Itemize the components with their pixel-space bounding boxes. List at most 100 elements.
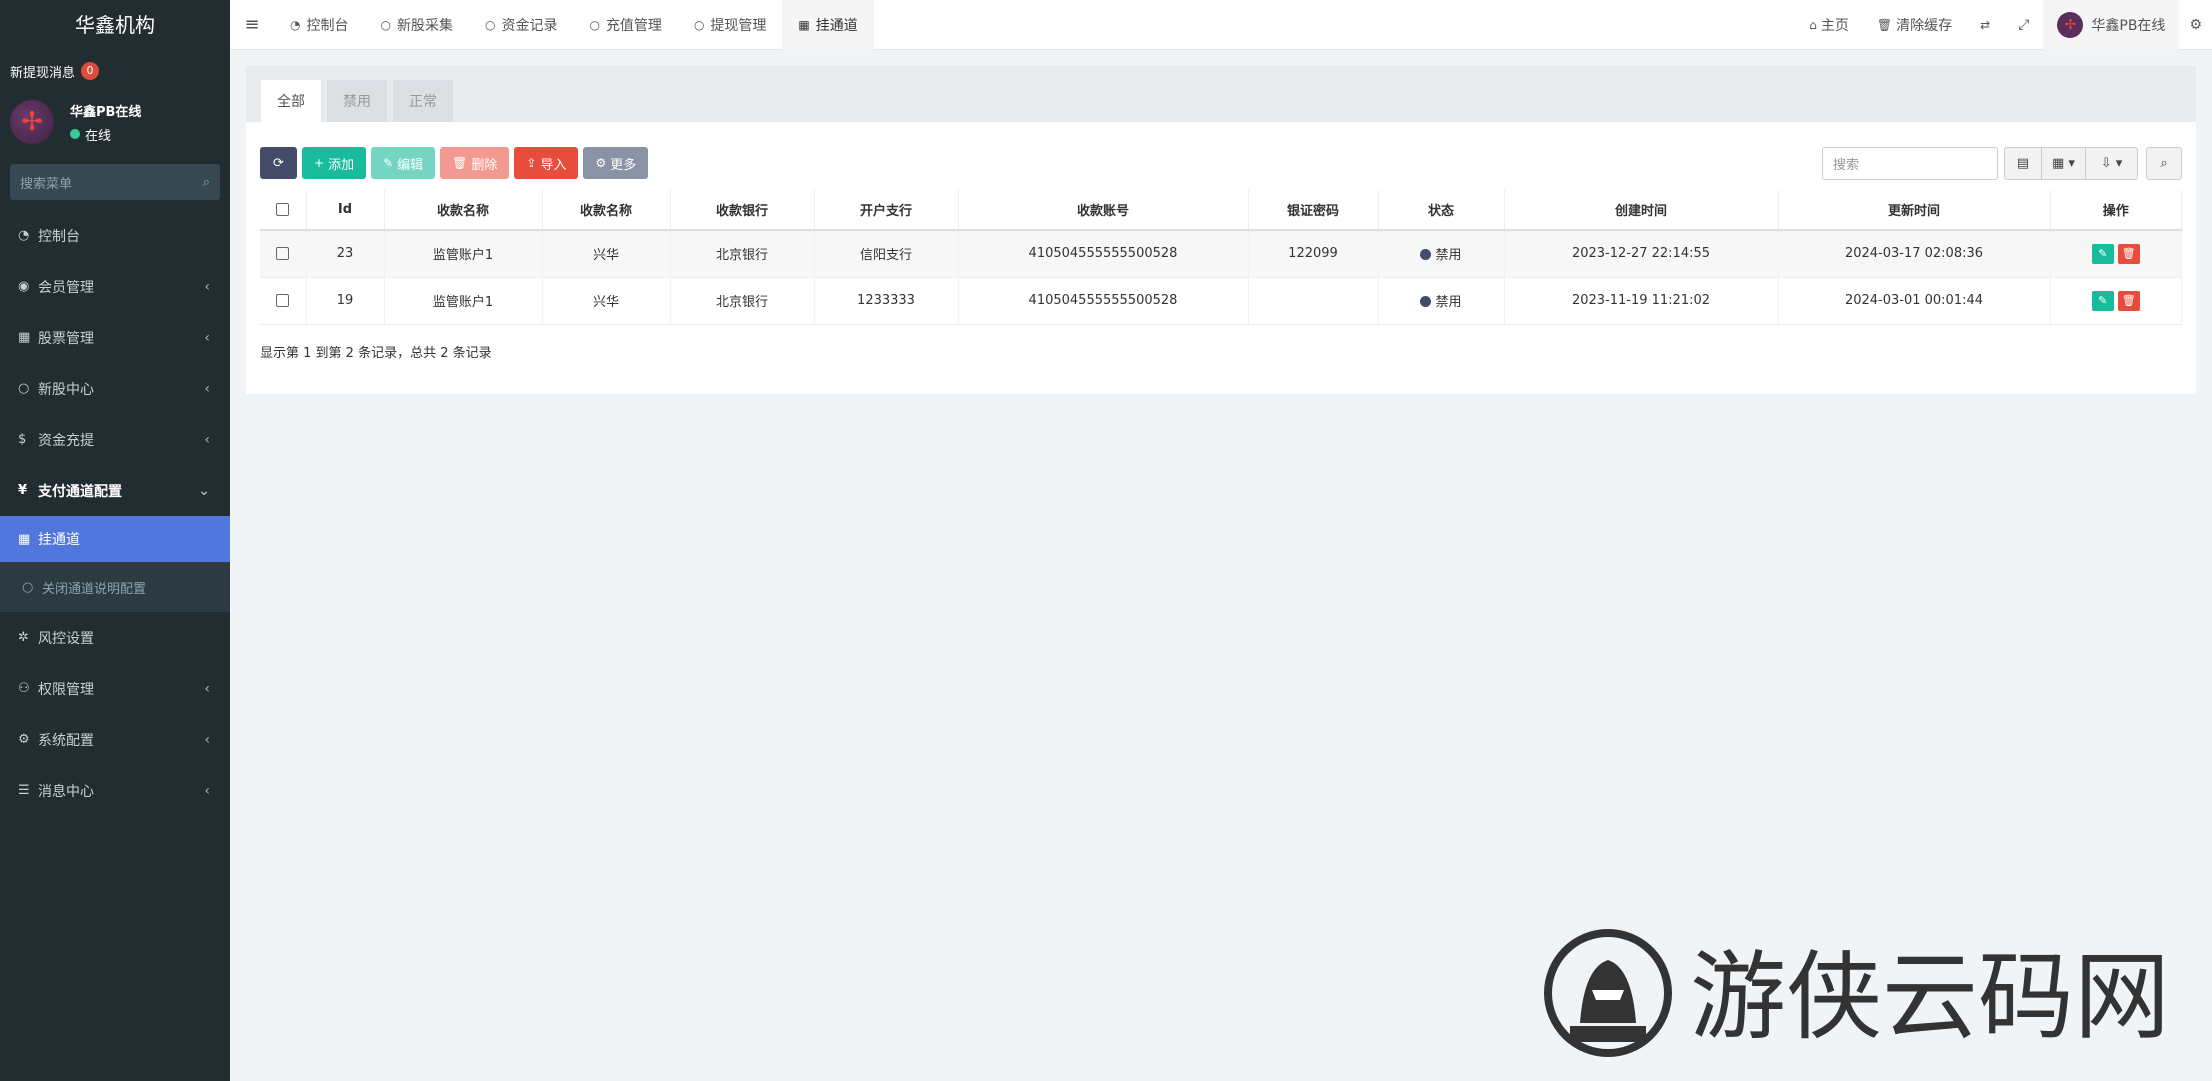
- refresh-icon: ⟳: [273, 155, 284, 171]
- more-label: 更多: [610, 157, 637, 173]
- filter-tab-all[interactable]: 全部: [261, 80, 321, 122]
- refresh-button[interactable]: ⟳: [260, 147, 297, 179]
- tab-dashboard[interactable]: ◔ 控制台: [274, 0, 364, 50]
- settings-icon[interactable]: ⚙: [2179, 0, 2212, 50]
- sidebar-item-funds[interactable]: $ 资金充提 ‹: [0, 414, 230, 465]
- status-label: 禁用: [1435, 295, 1462, 310]
- more-button[interactable]: ⚙ 更多: [583, 147, 649, 179]
- tab-fund-records[interactable]: ○ 资金记录: [469, 0, 573, 50]
- group-icon: ⚇: [18, 681, 30, 696]
- col-name2[interactable]: 收款名称: [542, 190, 671, 231]
- import-label: 导入: [540, 157, 567, 173]
- sidebar-item-payment-config[interactable]: ¥ 支付通道配置 ⌄: [0, 465, 230, 516]
- sidebar-menu: ◔ 控制台 ◉ 会员管理 ‹ ▦ 股票管理 ‹ ○ 新股中心 ‹ $ 资金充提 ‹ ¥ 支付通道配置…: [0, 210, 230, 816]
- col-branch[interactable]: 开户支行: [814, 190, 959, 231]
- clear-cache-button[interactable]: 🗑 清除缓存: [1863, 0, 1966, 50]
- import-button[interactable]: ⇪ 导入: [514, 147, 579, 179]
- sidebar-item-members[interactable]: ◉ 会员管理 ‹: [0, 261, 230, 312]
- sidebar-item-messages[interactable]: ☰ 消息中心 ‹: [0, 765, 230, 816]
- row-checkbox[interactable]: [260, 277, 307, 325]
- cell-branch: 信阳支行: [814, 230, 959, 278]
- tab-withdraw[interactable]: ○ 提现管理: [678, 0, 782, 50]
- sidebar-item-label: 权限管理: [38, 681, 94, 698]
- fullscreen-icon[interactable]: ⤢: [2004, 0, 2043, 50]
- sidebar-item-channel[interactable]: ▦ 挂通道: [0, 516, 230, 562]
- tab-recharge[interactable]: ○ 充值管理: [573, 0, 677, 50]
- filter-tab-normal[interactable]: 正常: [393, 80, 453, 122]
- edit-button[interactable]: ✎ 编辑: [371, 147, 436, 179]
- col-created[interactable]: 创建时间: [1504, 190, 1779, 231]
- export-button[interactable]: ⇩ ▾: [2086, 147, 2138, 180]
- cell-actions: ✎ 🗑: [2050, 230, 2182, 278]
- row-edit-button[interactable]: ✎: [2091, 243, 2114, 264]
- col-password[interactable]: 银证密码: [1248, 190, 1379, 231]
- pagination-info: 显示第 1 到第 2 条记录，总共 2 条记录: [260, 346, 492, 361]
- tab-channel[interactable]: ▦ 挂通道: [782, 0, 874, 50]
- col-updated[interactable]: 更新时间: [1778, 190, 2051, 231]
- home-icon: ⌂: [1809, 18, 1817, 32]
- home-link[interactable]: ⌂ 主页: [1795, 0, 1863, 50]
- add-button[interactable]: + 添加: [302, 147, 367, 179]
- notice-count-badge: 0: [81, 62, 100, 80]
- sidebar-item-label: 风控设置: [38, 630, 94, 647]
- checkbox[interactable]: [276, 294, 290, 307]
- col-account[interactable]: 收款账号: [958, 190, 1249, 231]
- menu-search-input[interactable]: 搜索菜单 ⌕: [10, 164, 220, 200]
- watermark-text: 游侠云码网: [1690, 941, 2170, 1053]
- tab-label: 新股采集: [396, 17, 453, 34]
- delete-button[interactable]: 🗑 删除: [440, 147, 510, 179]
- row-delete-button[interactable]: 🗑: [2117, 243, 2140, 264]
- search-icon[interactable]: ⌕: [203, 175, 210, 190]
- tab-label: 充值管理: [605, 17, 662, 34]
- sidebar-item-permissions[interactable]: ⚇ 权限管理 ‹: [0, 663, 230, 714]
- filter-tab-disabled[interactable]: 禁用: [327, 80, 387, 122]
- chevron-left-icon: ‹: [204, 431, 210, 448]
- col-status[interactable]: 状态: [1378, 190, 1505, 231]
- row-delete-button[interactable]: 🗑: [2117, 290, 2140, 311]
- cell-name: 监管账户1: [384, 230, 543, 278]
- yen-icon: ¥: [18, 483, 28, 498]
- cell-bank: 北京银行: [670, 277, 815, 325]
- sidebar-item-dashboard[interactable]: ◔ 控制台: [0, 210, 230, 261]
- sidebar-item-system[interactable]: ⚙ 系统配置 ‹: [0, 714, 230, 765]
- watermark-logo: 游侠云码网: [1540, 928, 2180, 1058]
- withdraw-notice[interactable]: 新提现消息 0: [0, 50, 230, 92]
- col-id[interactable]: Id: [306, 190, 385, 231]
- row-edit-button[interactable]: ✎: [2091, 290, 2114, 311]
- search-toggle-button[interactable]: ⌕: [2146, 147, 2182, 180]
- tab-ipo-collect[interactable]: ○ 新股采集: [364, 0, 468, 50]
- tab-label: 控制台: [306, 17, 349, 34]
- sidebar-item-ipo[interactable]: ○ 新股中心 ‹: [0, 363, 230, 414]
- table-row[interactable]: 23 监管账户1 兴华 北京银行 信阳支行 410504555555500528…: [260, 230, 2182, 278]
- sidebar-item-risk[interactable]: ✲ 风控设置: [0, 612, 230, 663]
- checkbox[interactable]: [276, 247, 290, 261]
- menu-toggle-icon[interactable]: ≡: [230, 14, 274, 35]
- cell-updated: 2024-03-17 02:08:36: [1778, 230, 2051, 278]
- table-row[interactable]: 19 监管账户1 兴华 北京银行 1233333 410504555555500…: [260, 277, 2182, 325]
- avatar: ✢: [10, 100, 54, 144]
- notice-label: 新提现消息: [10, 65, 76, 81]
- cell-status[interactable]: 禁用: [1378, 277, 1505, 325]
- toggle-view-button[interactable]: ▤: [2004, 147, 2042, 180]
- table-search-input[interactable]: 搜索: [1822, 147, 1998, 180]
- cell-status[interactable]: 禁用: [1378, 230, 1505, 278]
- col-bank[interactable]: 收款银行: [670, 190, 815, 231]
- language-icon[interactable]: ⇄: [1966, 0, 2004, 50]
- col-name[interactable]: 收款名称: [384, 190, 543, 231]
- row-checkbox[interactable]: [260, 230, 307, 278]
- table-tools: 搜索 ▤ ▦ ▾ ⇩ ▾ ⌕: [1822, 147, 2182, 180]
- sidebar-item-stocks[interactable]: ▦ 股票管理 ‹: [0, 312, 230, 363]
- home-label: 主页: [1820, 18, 1849, 34]
- cell-account: 410504555555500528: [958, 230, 1249, 278]
- brand-title[interactable]: 华鑫机构: [0, 0, 230, 50]
- columns-button[interactable]: ▦ ▾: [2042, 147, 2086, 180]
- checkbox[interactable]: [276, 203, 290, 216]
- cell-id: 23: [306, 230, 385, 278]
- delete-label: 删除: [471, 157, 498, 173]
- sidebar-item-label: 消息中心: [38, 783, 94, 800]
- cell-updated: 2024-03-01 00:01:44: [1778, 277, 2051, 325]
- select-all-checkbox[interactable]: [260, 190, 307, 231]
- sidebar-item-close-channel-config[interactable]: ○ 关闭通道说明配置: [0, 562, 230, 612]
- cell-name2: 兴华: [542, 230, 671, 278]
- user-menu[interactable]: ✢ 华鑫PB在线: [2043, 0, 2180, 50]
